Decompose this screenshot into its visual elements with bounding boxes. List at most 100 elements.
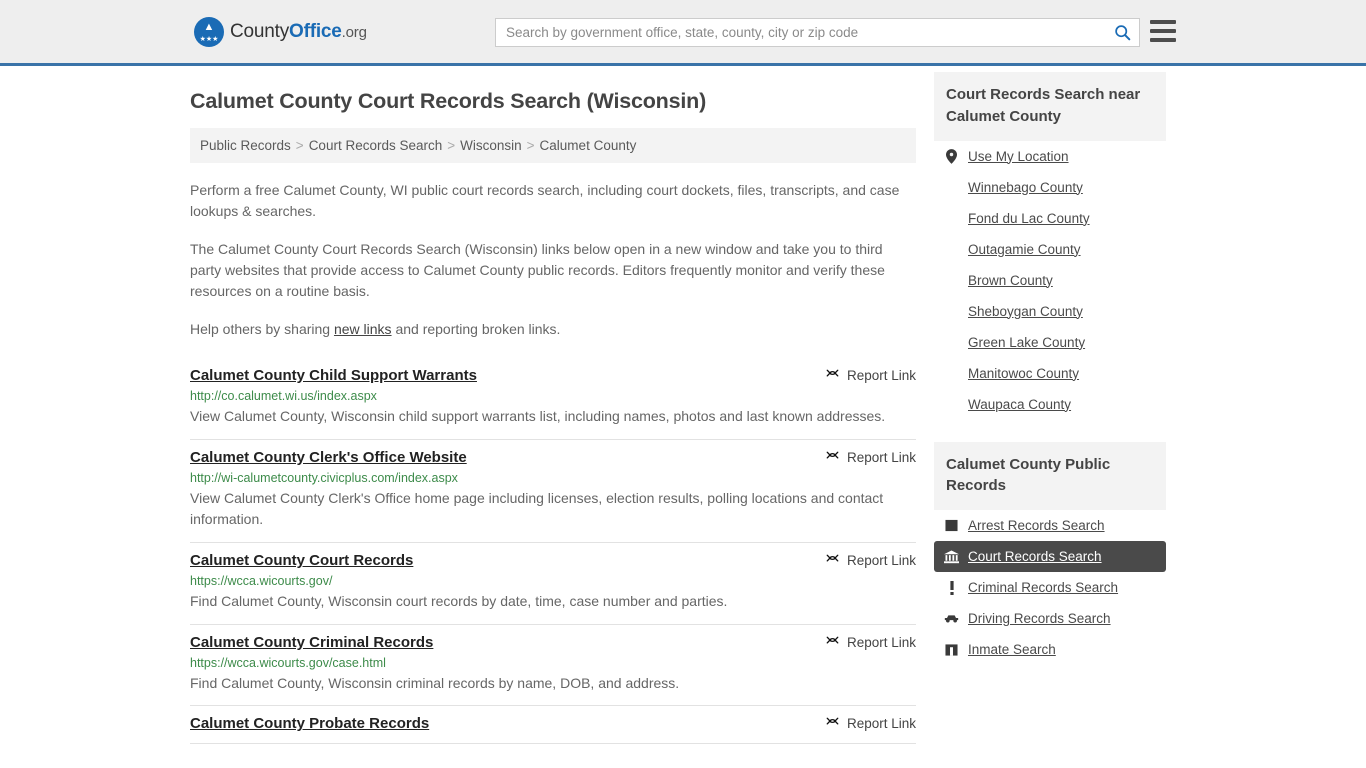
sidebar-nearby-item[interactable]: Manitowoc County xyxy=(934,358,1166,389)
site-header: ▲ ★★★ CountyOffice.org xyxy=(0,0,1366,66)
sidebar-record-link[interactable]: Court Records Search xyxy=(968,549,1102,564)
broken-link-icon xyxy=(826,369,839,377)
sidebar-public-records-list: Arrest Records Search Court Records Searc… xyxy=(934,510,1166,665)
broken-link-icon xyxy=(826,554,839,562)
sidebar-nearby-item[interactable]: Winnebago County xyxy=(934,172,1166,203)
intro-text-before: Help others by sharing xyxy=(190,321,334,337)
logo-text-part1: County xyxy=(230,20,290,42)
sidebar-nearby-item[interactable]: Waupaca County xyxy=(934,389,1166,420)
result-title-link[interactable]: Calumet County Clerk's Office Website xyxy=(190,449,467,466)
sidebar-nearby-link[interactable]: Outagamie County xyxy=(968,242,1081,257)
report-link-button[interactable]: Report Link xyxy=(825,449,916,465)
intro-paragraph-1: Perform a free Calumet County, WI public… xyxy=(190,182,900,219)
page-title: Calumet County Court Records Search (Wis… xyxy=(190,89,707,113)
result-header: Calumet County Criminal Records Report Li… xyxy=(190,634,916,651)
logo-text: CountyOffice.org xyxy=(230,21,367,43)
hamburger-menu-icon[interactable] xyxy=(1150,20,1176,42)
result-url: https://wcca.wicourts.gov/ xyxy=(190,574,333,589)
sidebar-nearby-link[interactable]: Winnebago County xyxy=(968,180,1083,195)
result-title-link[interactable]: Calumet County Child Support Warrants xyxy=(190,367,477,384)
sidebar-nearby-item[interactable]: Sheboygan County xyxy=(934,296,1166,327)
logo-text-part2: Office xyxy=(289,20,342,42)
intro-text-after: and reporting broken links. xyxy=(391,321,561,337)
intro-paragraph-3: Help others by sharing new links and rep… xyxy=(190,319,916,340)
result-header: Calumet County Clerk's Office Website Rep… xyxy=(190,449,916,466)
result-row: Calumet County Probate Records Report Lin… xyxy=(190,706,916,745)
sidebar-nearby-link[interactable]: Brown County xyxy=(968,273,1053,288)
result-row: Calumet County Court Records Report Link h… xyxy=(190,543,916,625)
sidebar-nearby-item[interactable]: Brown County xyxy=(934,265,1166,296)
search-bar xyxy=(495,18,1140,47)
jail-building-icon xyxy=(944,643,959,657)
sidebar-nearby-heading: Court Records Search near Calumet County xyxy=(934,72,1166,141)
breadcrumb: Public Records > Court Records Search > Wisc… xyxy=(190,128,916,163)
sidebar-record-item[interactable]: Inmate Search xyxy=(934,634,1166,665)
result-header: Calumet County Child Support Warrants Rep… xyxy=(190,367,916,384)
result-url: http://co.calumet.wi.us/index.aspx xyxy=(190,389,377,403)
sidebar-nearby-link[interactable]: Use My Location xyxy=(968,149,1069,164)
fingerprint-icon xyxy=(945,519,958,532)
report-link-button[interactable]: Report Link xyxy=(825,552,916,568)
map-pin-icon xyxy=(946,148,957,164)
intro-paragraph-2: The Calumet County Court Records Search … xyxy=(190,241,885,299)
new-links-link[interactable]: new links xyxy=(334,321,392,337)
breadcrumb-separator: > xyxy=(447,138,456,153)
car-icon xyxy=(944,613,959,624)
sidebar-record-item[interactable]: Court Records Search xyxy=(934,541,1166,572)
sidebar-nearby-link[interactable]: Fond du Lac County xyxy=(968,211,1090,226)
sidebar-nearby-link[interactable]: Manitowoc County xyxy=(968,366,1079,381)
sidebar-public-records-heading: Calumet County Public Records xyxy=(934,441,1166,510)
jail-building-icon xyxy=(945,643,958,656)
search-button[interactable] xyxy=(1105,19,1139,46)
sidebar-nearby-item[interactable]: Use My Location xyxy=(934,141,1166,172)
map-pin-icon xyxy=(944,148,959,164)
search-input[interactable] xyxy=(496,19,1105,46)
search-icon xyxy=(1114,25,1130,41)
result-title-link[interactable]: Calumet County Court Records xyxy=(190,552,413,569)
result-row: Calumet County Child Support Warrants Rep… xyxy=(190,358,916,440)
result-row: Calumet County Criminal Records Report Li… xyxy=(190,625,916,707)
sidebar-record-item[interactable]: Driving Records Search xyxy=(934,603,1166,634)
results-list: Calumet County Child Support Warrants Rep… xyxy=(190,358,916,745)
breadcrumb-item-3[interactable]: Calumet County xyxy=(540,138,637,153)
eagle-seal-logo-icon: ▲ ★★★ xyxy=(194,16,224,47)
sidebar-record-link[interactable]: Inmate Search xyxy=(968,642,1056,657)
result-description: Find Calumet County, Wisconsin criminal … xyxy=(190,674,680,691)
sidebar-record-link[interactable]: Criminal Records Search xyxy=(968,580,1118,595)
breadcrumb-item-0[interactable]: Public Records xyxy=(200,138,291,153)
report-link-button[interactable]: Report Link xyxy=(825,367,916,383)
sidebar-section-public-records: Calumet County Public Records Arrest Rec… xyxy=(934,441,1166,666)
report-link-label: Report Link xyxy=(846,449,916,465)
exclamation-icon xyxy=(944,580,959,595)
result-url: http://wi-calumetcounty.civicplus.com/in… xyxy=(190,470,458,485)
result-title-link[interactable]: Calumet County Probate Records xyxy=(190,715,429,732)
sidebar-record-item[interactable]: Criminal Records Search xyxy=(934,572,1166,603)
site-logo[interactable]: ▲ ★★★ CountyOffice.org xyxy=(194,16,367,47)
sidebar-record-item[interactable]: Arrest Records Search xyxy=(934,510,1166,541)
sidebar-nearby-item[interactable]: Fond du Lac County xyxy=(934,203,1166,234)
result-header: Calumet County Probate Records Report Lin… xyxy=(190,715,916,732)
report-link-button[interactable]: Report Link xyxy=(825,634,916,650)
broken-link-icon xyxy=(826,718,839,725)
report-link-button[interactable]: Report Link xyxy=(825,715,916,731)
result-title-link[interactable]: Calumet County Criminal Records xyxy=(190,634,433,651)
sidebar-record-link[interactable]: Driving Records Search xyxy=(968,611,1111,626)
sidebar-record-link[interactable]: Arrest Records Search xyxy=(968,518,1105,533)
breadcrumb-item-1[interactable]: Court Records Search xyxy=(309,138,443,153)
main-content: Calumet County Court Records Search (Wis… xyxy=(190,66,916,745)
sidebar-nearby-item[interactable]: Outagamie County xyxy=(934,234,1166,265)
result-description: View Calumet County, Wisconsin child sup… xyxy=(190,408,886,424)
sidebar-nearby-link[interactable]: Green Lake County xyxy=(968,335,1085,350)
report-link-label: Report Link xyxy=(846,634,916,650)
breadcrumb-separator: > xyxy=(526,138,535,153)
breadcrumb-item-2[interactable]: Wisconsin xyxy=(460,138,522,153)
car-icon xyxy=(944,615,959,623)
sidebar-nearby-item[interactable]: Green Lake County xyxy=(934,327,1166,358)
sidebar-nearby-link[interactable]: Sheboygan County xyxy=(968,304,1083,319)
logo-text-part3: .org xyxy=(341,23,367,41)
breadcrumb-separator: > xyxy=(295,138,304,153)
sidebar-nearby-link[interactable]: Waupaca County xyxy=(968,397,1071,412)
broken-link-icon xyxy=(826,451,839,459)
report-link-label: Report Link xyxy=(846,368,916,383)
report-link-label: Report Link xyxy=(846,553,916,569)
